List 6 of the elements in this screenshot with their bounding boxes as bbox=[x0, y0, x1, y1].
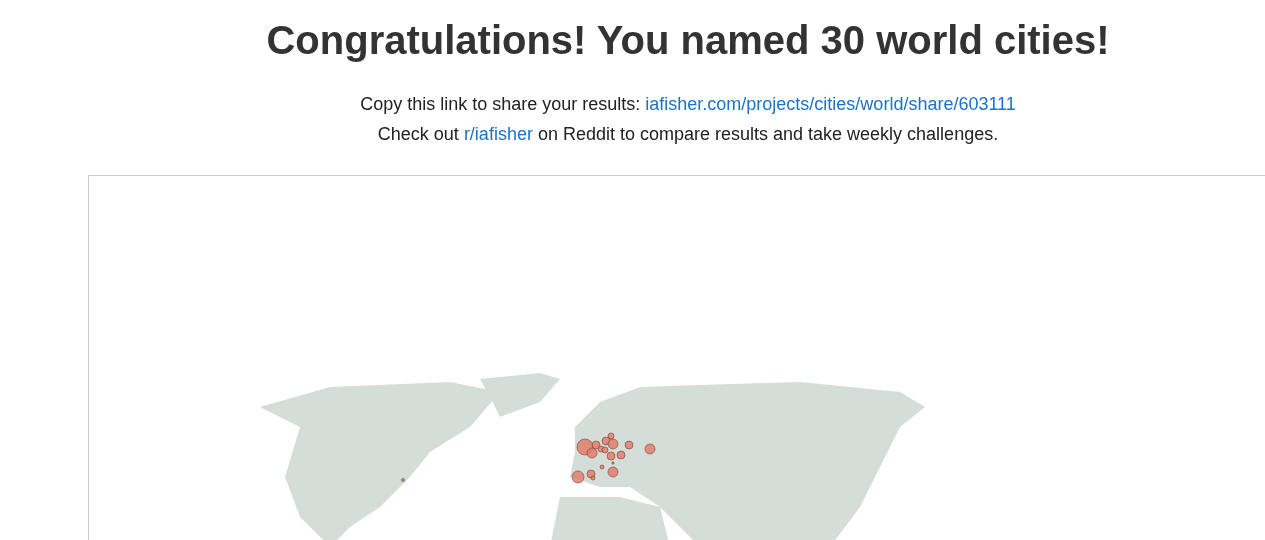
share-link[interactable]: iafisher.com/projects/cities/world/share/603111 bbox=[645, 89, 1016, 119]
reddit-text: Check out bbox=[377, 123, 459, 146]
share-label: Copy this link to share your results: bbox=[360, 93, 641, 116]
reddit-text: on Reddit to compare results and take weekly challenges. bbox=[537, 123, 999, 146]
page-title: Congratulations! You named 30 world cities! bbox=[266, 17, 1110, 64]
subreddit-link[interactable]: r/iafisher bbox=[463, 119, 533, 149]
